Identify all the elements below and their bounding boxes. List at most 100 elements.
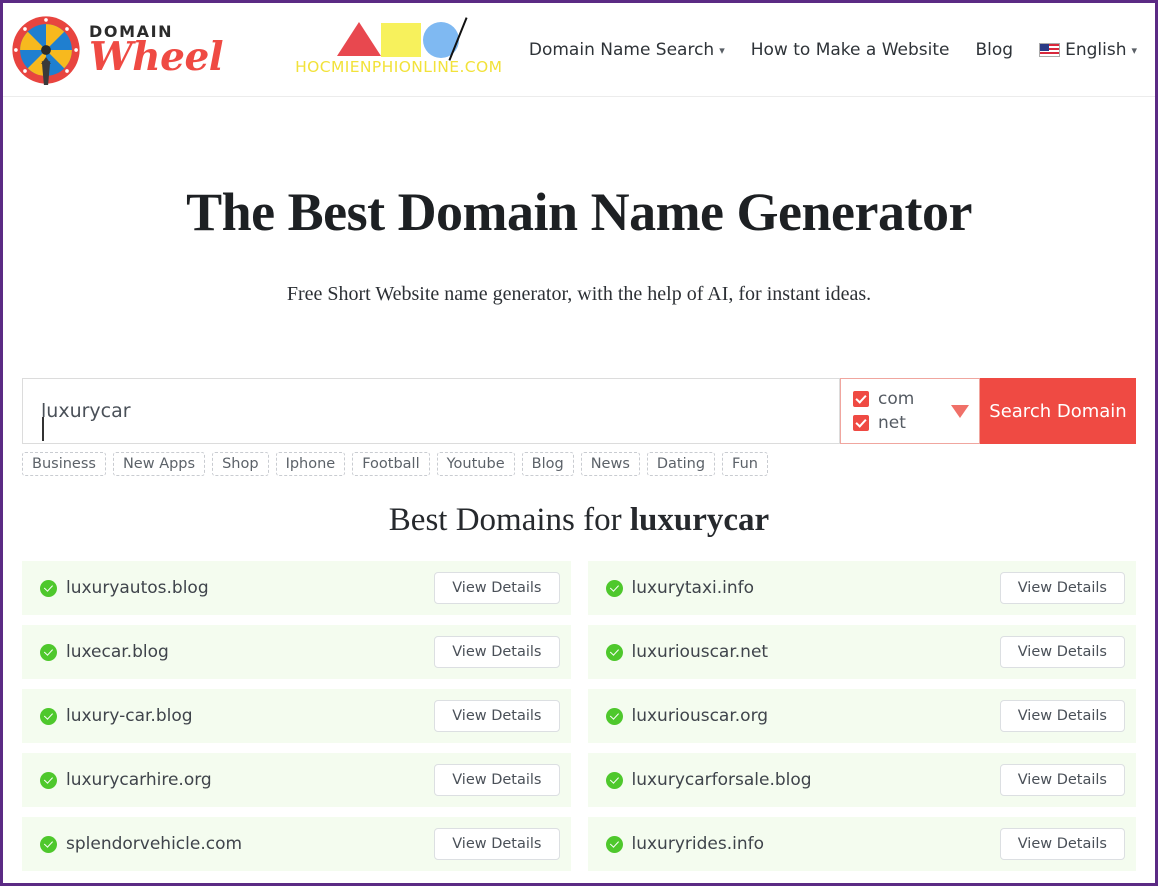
brand-logo[interactable]: DOMAIN Wheel xyxy=(11,15,224,85)
domain-result-row: luxurycarhire.org View Details xyxy=(22,753,571,807)
view-details-button[interactable]: View Details xyxy=(434,764,560,796)
available-check-icon xyxy=(40,579,57,597)
domain-result-info: luxuryrides.info xyxy=(605,834,1000,854)
view-details-button[interactable]: View Details xyxy=(434,700,560,732)
tld-label: com xyxy=(878,389,915,409)
suggested-tags: Business New Apps Shop Iphone Football Y… xyxy=(3,444,1155,476)
watermark-logo: HOCMIENPHIONLINE.COM xyxy=(295,14,503,86)
domain-result-row: luxuriouscar.net View Details xyxy=(587,625,1136,679)
domain-result-info: splendorvehicle.com xyxy=(40,834,434,854)
available-check-icon xyxy=(40,707,57,725)
nav-item-domain-name-search[interactable]: Domain Name Search ▾ xyxy=(529,40,725,60)
domain-result-row: luxuryautos.blog View Details xyxy=(22,561,571,615)
view-details-button[interactable]: View Details xyxy=(999,700,1125,732)
tag-new-apps[interactable]: New Apps xyxy=(112,452,206,476)
search-bar: luxurycar com net Search Domain xyxy=(3,378,1155,444)
tag-fun[interactable]: Fun xyxy=(722,452,768,476)
domain-name-label: luxuriouscar.org xyxy=(631,706,769,726)
tag-iphone[interactable]: Iphone xyxy=(275,452,346,476)
checkbox-checked-icon[interactable] xyxy=(853,415,869,431)
red-triangle-icon xyxy=(337,21,382,56)
domain-name-label: luxuryrides.info xyxy=(631,834,765,854)
tld-list: com net xyxy=(853,389,943,433)
domain-result-row: luxurytaxi.info View Details xyxy=(587,561,1136,615)
brand-word-wheel: Wheel xyxy=(89,34,224,80)
tld-option-net[interactable]: net xyxy=(853,413,943,433)
view-details-button[interactable]: View Details xyxy=(999,572,1125,604)
domain-result-info: luxurycarhire.org xyxy=(40,770,434,790)
domain-result-row: luxurycarforsale.blog View Details xyxy=(587,753,1136,807)
tld-selector[interactable]: com net xyxy=(840,378,980,444)
tag-shop[interactable]: Shop xyxy=(212,452,269,476)
domain-result-row: luxuriouscar.org View Details xyxy=(587,689,1136,743)
domain-results-grid: luxuryautos.blog View Details luxurytaxi.i… xyxy=(3,561,1155,871)
tag-dating[interactable]: Dating xyxy=(646,452,716,476)
results-heading-keyword: luxurycar xyxy=(629,502,770,538)
available-check-icon xyxy=(40,835,57,853)
available-check-icon xyxy=(605,835,623,853)
search-domain-button[interactable]: Search Domain xyxy=(980,378,1136,444)
domain-name-label: luxury-car.blog xyxy=(66,706,193,726)
domain-result-row: splendorvehicle.com View Details xyxy=(22,817,571,871)
domain-result-row: luxury-car.blog View Details xyxy=(22,689,571,743)
domain-result-info: luxurytaxi.info xyxy=(605,578,1000,598)
nav-label: Domain Name Search xyxy=(528,39,715,60)
domain-result-info: luxecar.blog xyxy=(40,642,434,662)
watermark-text: HOCMIENPHIONLINE.COM xyxy=(295,57,503,76)
tag-news[interactable]: News xyxy=(580,452,640,476)
chevron-down-icon: ▾ xyxy=(1131,44,1137,57)
domain-name-label: luxurytaxi.info xyxy=(631,578,755,598)
yellow-square-icon xyxy=(381,22,422,57)
domain-result-info: luxuryautos.blog xyxy=(40,578,434,598)
available-check-icon xyxy=(605,771,623,789)
results-heading: Best Domains for luxurycar xyxy=(3,502,1155,539)
main-nav: Domain Name Search ▾ How to Make a Websi… xyxy=(529,40,1137,60)
tld-label: net xyxy=(878,413,906,433)
domain-result-row: luxuryrides.info View Details xyxy=(587,817,1136,871)
hero-section: The Best Domain Name Generator Free Shor… xyxy=(3,97,1155,306)
tag-football[interactable]: Football xyxy=(352,452,430,476)
domain-name-label: splendorvehicle.com xyxy=(66,834,243,854)
nav-item-blog[interactable]: Blog xyxy=(976,40,1014,60)
nav-item-how-to-make-a-website[interactable]: How to Make a Website xyxy=(751,40,950,60)
domain-result-info: luxurycarforsale.blog xyxy=(605,770,1000,790)
site-header: DOMAIN Wheel HOCMIENPHIONLINE.COM Domain… xyxy=(3,3,1155,97)
available-check-icon xyxy=(40,771,57,789)
nav-label: How to Make a Website xyxy=(750,39,950,60)
view-details-button[interactable]: View Details xyxy=(434,636,560,668)
tag-blog[interactable]: Blog xyxy=(521,452,574,476)
available-check-icon xyxy=(605,643,623,661)
language-label: English xyxy=(1065,39,1127,60)
prize-wheel-icon xyxy=(11,15,81,85)
view-details-button[interactable]: View Details xyxy=(999,636,1125,668)
domain-result-info: luxury-car.blog xyxy=(40,706,434,726)
domain-name-label: luxuryautos.blog xyxy=(66,578,209,598)
tag-youtube[interactable]: Youtube xyxy=(436,452,515,476)
available-check-icon xyxy=(605,579,623,597)
search-input[interactable]: luxurycar xyxy=(22,378,840,444)
domain-name-label: luxurycarhire.org xyxy=(66,770,212,790)
available-check-icon xyxy=(40,643,57,661)
available-check-icon xyxy=(605,707,623,725)
checkbox-checked-icon[interactable] xyxy=(853,391,869,407)
domain-result-row: luxecar.blog View Details xyxy=(22,625,571,679)
text-cursor xyxy=(42,417,44,441)
chevron-down-icon: ▾ xyxy=(719,44,725,57)
nav-label: Blog xyxy=(975,39,1014,60)
tld-option-com[interactable]: com xyxy=(853,389,943,409)
tag-business[interactable]: Business xyxy=(22,452,106,476)
domain-name-label: luxurycarforsale.blog xyxy=(631,770,812,790)
brand-wordmark: DOMAIN Wheel xyxy=(89,22,224,80)
triangle-down-icon[interactable] xyxy=(951,404,969,418)
language-selector[interactable]: English ▾ xyxy=(1039,40,1137,60)
view-details-button[interactable]: View Details xyxy=(434,572,560,604)
domain-name-label: luxuriouscar.net xyxy=(631,642,769,662)
view-details-button[interactable]: View Details xyxy=(999,764,1125,796)
view-details-button[interactable]: View Details xyxy=(434,828,560,860)
view-details-button[interactable]: View Details xyxy=(999,828,1125,860)
domain-name-label: luxecar.blog xyxy=(66,642,169,662)
us-flag-icon xyxy=(1039,42,1061,57)
results-heading-prefix: Best Domains for xyxy=(388,502,630,538)
page-title: The Best Domain Name Generator xyxy=(186,182,972,242)
domain-result-info: luxuriouscar.org xyxy=(605,706,1000,726)
